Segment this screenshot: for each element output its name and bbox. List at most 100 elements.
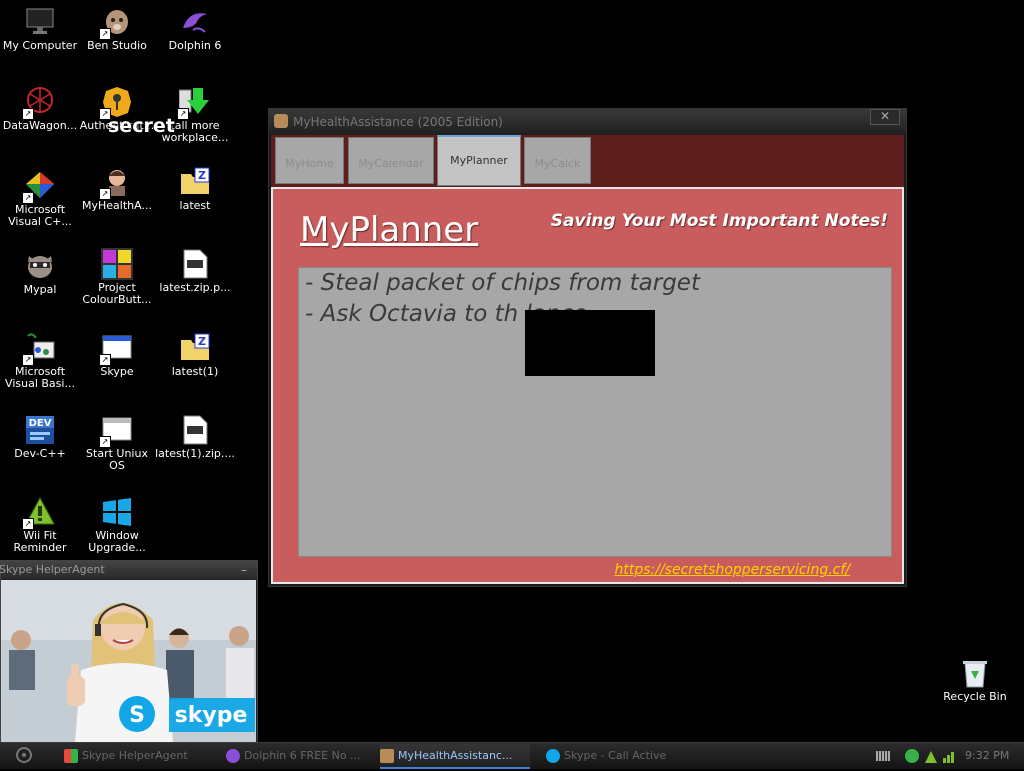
taskbar-item-label: MyHealthAssistanc... xyxy=(398,749,513,762)
warning-triangle-icon: ↗ xyxy=(22,496,56,530)
desktop-icon-label: Window Upgrade... xyxy=(88,529,146,554)
page-title: MyPlanner xyxy=(300,210,479,250)
website-link[interactable]: https://secretshopperservicing.cf/ xyxy=(615,562,851,578)
shortcut-arrow-icon: ↗ xyxy=(177,108,189,120)
taskbar-item-skype-call[interactable]: Skype - Call Active xyxy=(546,744,696,767)
taskbar-item-skype-helper[interactable]: Skype HelperAgent xyxy=(64,744,214,767)
datawagon-icon: ↗ xyxy=(22,86,56,120)
taskbar-item-label: Dolphin 6 FREE No ... xyxy=(244,749,361,762)
keyboard-icon[interactable] xyxy=(876,751,890,761)
desktop-icon-mypal[interactable]: Mypal xyxy=(0,250,80,296)
desktop-icon-label: Dev-C++ xyxy=(14,447,66,460)
minimize-button[interactable]: – xyxy=(241,561,247,579)
taskbar-item-dolphin[interactable]: Dolphin 6 FREE No ... xyxy=(226,744,376,767)
tab-myhome[interactable]: MyHome xyxy=(275,137,344,184)
desktop-icon-start-uniux[interactable]: ↗ Start Uniux OS xyxy=(77,414,157,472)
svg-text:Z: Z xyxy=(198,335,206,348)
helper-title: Skype HelperAgent xyxy=(0,563,105,576)
tab-mycalck[interactable]: MyCalck xyxy=(524,137,591,184)
call-center-illustration: S skype xyxy=(1,580,256,742)
shortcut-arrow-icon: ↗ xyxy=(22,518,34,530)
desktop-icon-window-upgrade[interactable]: Window Upgrade... xyxy=(77,496,157,554)
start-menu-icon xyxy=(16,747,32,763)
desktop-icon-label: MyHealthA... xyxy=(82,199,152,212)
desktop-icon-visual-cpp[interactable]: ↗ Microsoft Visual C+... xyxy=(0,170,80,228)
desktop-icon-recycle-bin[interactable]: Recycle Bin xyxy=(936,657,1014,703)
desktop-icon-my-computer[interactable]: My Computer xyxy=(0,6,80,52)
visual-basic-icon: ↗ xyxy=(22,332,56,366)
network-icon[interactable] xyxy=(942,749,956,763)
desktop-icon-label: latest xyxy=(179,199,211,212)
download-arrow-icon: ↗ xyxy=(177,86,211,120)
tagline-text: Saving Your Most Important Notes! xyxy=(550,211,888,231)
shortcut-arrow-icon: ↗ xyxy=(99,436,111,448)
warning-icon[interactable] xyxy=(924,749,938,763)
taskbar: Skype HelperAgent Dolphin 6 FREE No ... … xyxy=(0,742,1024,769)
dog-icon: ↗ xyxy=(99,6,133,40)
desktop-icon-label: Mypal xyxy=(23,283,57,296)
desktop-icon-ben-studio[interactable]: ↗ Ben Studio xyxy=(77,6,157,52)
svg-text:skype: skype xyxy=(175,703,248,728)
desktop-icon-latest-folder[interactable]: Z latest xyxy=(155,166,235,212)
shortcut-arrow-icon: ↗ xyxy=(22,108,34,120)
svg-text:S: S xyxy=(129,703,145,728)
security-check-icon[interactable] xyxy=(905,749,919,763)
redaction-box xyxy=(525,310,655,376)
window-titlebar[interactable]: MyHealthAssistance (2005 Edition) ✕ xyxy=(269,109,906,136)
taskbar-item-label: Skype - Call Active xyxy=(564,749,667,762)
zip-folder-icon: Z xyxy=(179,332,211,364)
desktop-icon-project-colour[interactable]: Project ColourButt... xyxy=(77,248,157,306)
tab-mycalendar[interactable]: MyCalendar xyxy=(348,137,434,184)
dolphin-icon xyxy=(226,749,240,763)
desktop-icon-label: latest(1) xyxy=(171,365,219,378)
window-title: MyHealthAssistance (2005 Edition) xyxy=(293,115,503,129)
document-icon xyxy=(179,414,211,446)
shortcut-arrow-icon: ↗ xyxy=(22,354,34,366)
tab-bar: MyHome MyCalendar MyPlanner MyCalck xyxy=(271,135,904,187)
window-grid-icon xyxy=(64,749,78,763)
desktop-icon-label: DataWagon... xyxy=(2,119,78,132)
desktop-icon-label: Microsoft Visual C+... xyxy=(8,203,72,228)
desktop-icon-visual-basic[interactable]: ↗ Microsoft Visual Basi... xyxy=(0,332,80,390)
shortcut-arrow-icon: ↗ xyxy=(99,354,111,366)
skype-helper-panel: Skype HelperAgent – S skype xyxy=(0,560,258,744)
desktop-icon-label: latest(1).zip.... xyxy=(155,447,235,460)
clock[interactable]: 9:32 PM xyxy=(965,749,1009,762)
app-icon xyxy=(274,114,288,128)
desktop-icon-datawagon[interactable]: ↗ DataWagon... xyxy=(0,86,80,132)
raccoon-icon xyxy=(24,250,56,282)
desktop-icon-skype[interactable]: ↗ Skype xyxy=(77,332,157,378)
desktop-icon-label: Dolphin 6 xyxy=(168,39,222,52)
call-center-image: S skype xyxy=(1,580,256,742)
helper-titlebar[interactable]: Skype HelperAgent – xyxy=(0,561,257,579)
secret-overlay-text: secret xyxy=(108,115,175,137)
visual-cpp-icon: ↗ xyxy=(22,170,56,204)
desktop-icon-dev-cpp[interactable]: DEV Dev-C++ xyxy=(0,414,80,460)
start-button[interactable] xyxy=(4,745,44,767)
desktop-icon-latest1-folder[interactable]: Z latest(1) xyxy=(155,332,235,378)
window-app-icon: ↗ xyxy=(99,332,133,366)
person-icon: ↗ xyxy=(99,166,133,200)
colour-collage-icon xyxy=(101,248,133,280)
desktop-icon-label: Wii Fit Reminder xyxy=(13,529,67,554)
desktop-icon-latest1-zip[interactable]: latest(1).zip.... xyxy=(155,414,235,460)
desktop-icon-label: Ben Studio xyxy=(87,39,147,52)
shortcut-arrow-icon: ↗ xyxy=(99,28,111,40)
dev-cpp-icon: DEV xyxy=(24,414,56,446)
desktop-icon-label: Recycle Bin xyxy=(943,690,1007,703)
desktop-icon-dolphin[interactable]: Dolphin 6 xyxy=(155,6,235,52)
close-button[interactable]: ✕ xyxy=(870,109,900,125)
taskbar-item-myhealth[interactable]: MyHealthAssistanc... xyxy=(380,744,530,769)
tab-myplanner[interactable]: MyPlanner xyxy=(437,135,521,186)
desktop-icon-label: Skype xyxy=(100,365,134,378)
app-icon xyxy=(380,749,394,763)
svg-text:DEV: DEV xyxy=(29,418,52,429)
window-app-icon: ↗ xyxy=(99,414,133,448)
desktop-icon-label: My Computer xyxy=(2,39,78,52)
note-line: - Steal packet of chips from target xyxy=(305,270,700,296)
key-shield-icon: ↗ xyxy=(99,86,133,120)
desktop-icon-wii-fit[interactable]: ↗ Wii Fit Reminder xyxy=(0,496,80,554)
desktop-icon-latest-zip[interactable]: latest.zip.p... xyxy=(155,248,235,294)
desktop-icon-myhealth[interactable]: ↗ MyHealthA... xyxy=(77,166,157,212)
zip-folder-icon: Z xyxy=(179,166,211,198)
